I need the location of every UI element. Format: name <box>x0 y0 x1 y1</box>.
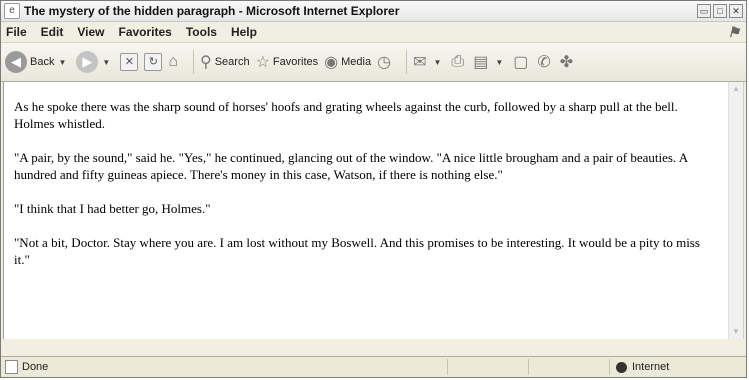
forward-dropdown-icon[interactable]: ▼ <box>102 58 110 67</box>
print-icon: ⎙ <box>451 53 465 70</box>
globe-icon <box>616 361 627 373</box>
mail-dropdown-icon[interactable]: ▼ <box>433 58 441 67</box>
scroll-down-icon[interactable]: ▼ <box>729 325 743 339</box>
browser-window: e The mystery of the hidden paragraph - … <box>0 0 747 378</box>
media-button[interactable]: ◉ Media <box>324 52 371 72</box>
refresh-icon: ↻ <box>144 53 163 71</box>
home-button[interactable]: ⌂ <box>168 53 181 71</box>
maximize-button[interactable]: □ <box>713 4 727 18</box>
research-icon: ✤ <box>559 54 574 71</box>
stop-icon: ✕ <box>120 53 139 71</box>
title-bar: e The mystery of the hidden paragraph - … <box>1 1 746 22</box>
media-icon: ◉ <box>324 54 339 71</box>
window-title: The mystery of the hidden paragraph - Mi… <box>24 4 400 18</box>
paragraph-1: As he spoke there was the sharp sound of… <box>14 99 678 131</box>
messenger-button[interactable]: ✆ <box>537 52 553 72</box>
mail-button[interactable]: ✉ ▼ <box>413 52 445 72</box>
paragraph-4: "Not a bit, Doctor. Stay where you are. … <box>14 235 700 267</box>
discuss-button[interactable]: ▢ <box>513 52 531 72</box>
back-button[interactable]: ◀ Back ▼ <box>5 51 70 73</box>
scroll-up-icon[interactable]: ▲ <box>729 82 743 96</box>
stop-button[interactable]: ✕ <box>120 53 139 71</box>
back-dropdown-icon[interactable]: ▼ <box>58 58 66 67</box>
page-done-icon <box>5 360 18 374</box>
history-button[interactable]: ◷ <box>377 52 394 72</box>
paragraph-3: "I think that I had better go, Holmes." <box>14 201 211 216</box>
zone-label: Internet <box>632 361 670 373</box>
menu-bar: File Edit View Favorites Tools Help ⚑ <box>1 22 746 43</box>
status-cell-empty <box>447 359 528 375</box>
security-zone: Internet <box>609 359 746 375</box>
discuss-icon: ▢ <box>513 54 529 71</box>
messenger-chat-icon: ✆ <box>537 54 551 71</box>
page-content[interactable]: As he spoke there was the sharp sound of… <box>3 82 744 339</box>
edit-button[interactable]: ▤ ▼ <box>473 52 507 72</box>
window-controls: ▭ □ ✕ <box>697 4 743 18</box>
ie-page-icon: e <box>4 3 20 19</box>
edit-icon: ▤ <box>473 54 489 71</box>
status-bar: Done Internet <box>1 356 746 377</box>
status-cell-empty-2 <box>528 359 609 375</box>
forward-button[interactable]: ▶ ▼ <box>76 51 114 73</box>
back-arrow-icon: ◀ <box>5 51 27 73</box>
menu-file[interactable]: File <box>6 25 27 39</box>
media-label: Media <box>341 56 372 68</box>
refresh-button[interactable]: ↻ <box>144 53 163 71</box>
search-label: Search <box>214 56 250 68</box>
home-icon: ⌂ <box>168 53 178 70</box>
close-button[interactable]: ✕ <box>729 4 743 18</box>
edit-dropdown-icon[interactable]: ▼ <box>495 58 503 67</box>
search-icon: ⚲ <box>199 54 212 71</box>
menu-favorites[interactable]: Favorites <box>118 25 171 39</box>
favorites-button[interactable]: ☆ Favorites <box>256 52 319 72</box>
mail-icon: ✉ <box>413 54 427 71</box>
paragraph-2: "A pair, by the sound," said he. "Yes," … <box>14 150 688 182</box>
status-text: Done <box>22 361 49 373</box>
vertical-scrollbar[interactable]: ▲ ▼ <box>728 82 743 339</box>
favorites-label: Favorites <box>272 56 319 68</box>
windows-logo-icon: ⚑ <box>727 24 740 40</box>
search-button[interactable]: ⚲ Search <box>200 52 250 72</box>
favorites-star-icon: ☆ <box>255 54 270 71</box>
print-button[interactable]: ⎙ <box>451 53 467 71</box>
history-icon: ◷ <box>377 54 392 71</box>
menu-help[interactable]: Help <box>231 25 257 39</box>
research-button[interactable]: ✤ <box>560 52 576 72</box>
toolbar-separator <box>192 50 194 74</box>
minimize-button[interactable]: ▭ <box>697 4 711 18</box>
document-body: As he spoke there was the sharp sound of… <box>4 82 743 268</box>
back-label: Back <box>30 56 55 68</box>
menu-edit[interactable]: Edit <box>41 25 64 39</box>
forward-arrow-icon: ▶ <box>76 51 99 73</box>
toolbar: ◀ Back ▼ ▶ ▼ ✕ ↻ ⌂ ⚲ Search ☆ Favorites … <box>1 43 746 82</box>
menu-tools[interactable]: Tools <box>186 25 217 39</box>
menu-view[interactable]: View <box>77 25 104 39</box>
status-left: Done <box>1 360 447 374</box>
toolbar-separator-2 <box>406 50 408 74</box>
